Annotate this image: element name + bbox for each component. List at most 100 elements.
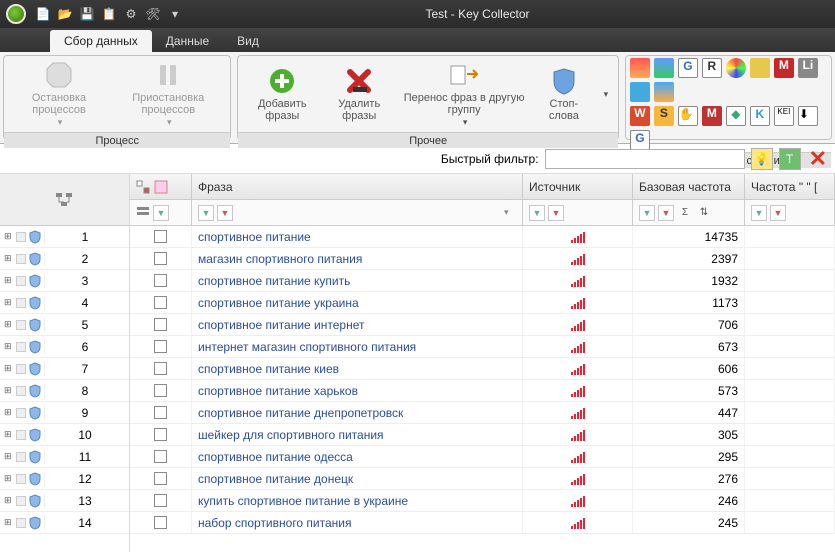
source-icon[interactable]: ◆ (726, 106, 746, 126)
settings-gear-icon[interactable]: ⚙ (122, 5, 140, 23)
table-row[interactable]: магазин спортивного питания 2397 (130, 248, 835, 270)
row-header[interactable]: ⊞ 9 (0, 402, 129, 424)
table-row[interactable]: спортивное питание донецк 276 (130, 468, 835, 490)
row-checkbox[interactable] (154, 406, 167, 419)
phrase-cell[interactable]: спортивное питание одесса (192, 446, 523, 467)
column-header-phrase[interactable]: Фраза (192, 174, 523, 199)
expand-icon[interactable]: ⊞ (4, 451, 13, 462)
sort-icon[interactable]: ⇅ (696, 205, 712, 221)
funnel-clear-icon[interactable]: ▼ (658, 205, 674, 221)
row-checkbox[interactable] (154, 516, 167, 529)
row-checkbox[interactable] (154, 252, 167, 265)
row-header[interactable]: ⊞ 3 (0, 270, 129, 292)
checkbox-column-header[interactable] (130, 174, 192, 199)
source-icon[interactable] (630, 58, 650, 78)
funnel-icon[interactable]: ▼ (198, 205, 214, 221)
table-row[interactable]: спортивное питание днепропетровск 447 (130, 402, 835, 424)
sheet-icon[interactable]: 📋 (100, 5, 118, 23)
row-header[interactable]: ⊞ 5 (0, 314, 129, 336)
table-row[interactable]: спортивное питание купить 1932 (130, 270, 835, 292)
phrase-cell[interactable]: спортивное питание (192, 226, 523, 247)
tab-view[interactable]: Вид (223, 30, 273, 52)
row-header[interactable]: ⊞ 12 (0, 468, 129, 490)
row-header[interactable]: ⊞ 7 (0, 358, 129, 380)
expand-icon[interactable]: ⊞ (4, 275, 13, 286)
expand-icon[interactable]: ⊞ (4, 495, 13, 506)
column-header-source[interactable]: Источник (523, 174, 633, 199)
table-row[interactable]: шейкер для спортивного питания 305 (130, 424, 835, 446)
expand-icon[interactable]: ⊞ (4, 363, 13, 374)
source-icon[interactable] (654, 82, 674, 102)
row-checkbox[interactable] (154, 296, 167, 309)
phrase-cell[interactable]: спортивное питание донецк (192, 468, 523, 489)
source-icon[interactable]: G (678, 58, 698, 78)
expand-icon[interactable]: ⊞ (4, 231, 13, 242)
row-header[interactable]: ⊞ 2 (0, 248, 129, 270)
source-icon[interactable]: G (630, 130, 650, 150)
source-icon[interactable]: W (630, 106, 650, 126)
row-checkbox[interactable] (154, 494, 167, 507)
row-checkbox[interactable] (154, 384, 167, 397)
funnel-icon[interactable]: ▼ (639, 205, 655, 221)
quickbar-dropdown-icon[interactable]: ▾ (166, 5, 184, 23)
expand-icon[interactable]: ⊞ (4, 319, 13, 330)
row-checkbox[interactable] (154, 340, 167, 353)
phrase-cell[interactable]: спортивное питание интернет (192, 314, 523, 335)
column-header-freq2[interactable]: Частота " " [ (745, 174, 835, 199)
funnel-clear-icon[interactable]: ▼ (548, 205, 564, 221)
table-row[interactable]: спортивное питание одесса 295 (130, 446, 835, 468)
phrase-cell[interactable]: шейкер для спортивного питания (192, 424, 523, 445)
save-icon[interactable]: 💾 (78, 5, 96, 23)
row-checkbox[interactable] (154, 450, 167, 463)
table-row[interactable]: интернет магазин спортивного питания 673 (130, 336, 835, 358)
checkbox-filter-icon[interactable] (136, 206, 150, 220)
row-header[interactable]: ⊞ 4 (0, 292, 129, 314)
tab-collect[interactable]: Сбор данных (50, 30, 152, 52)
stop-processes-button[interactable]: Остановка процессов (8, 58, 110, 130)
row-checkbox[interactable] (154, 274, 167, 287)
source-icon[interactable]: S (654, 106, 674, 126)
row-header[interactable]: ⊞ 10 (0, 424, 129, 446)
dropdown-icon[interactable]: ▾ (504, 207, 516, 218)
phrase-cell[interactable]: спортивное питание киев (192, 358, 523, 379)
expand-icon[interactable]: ⊞ (4, 407, 13, 418)
move-phrases-button[interactable]: Перенос фраз в другую группу (396, 58, 531, 130)
expand-icon[interactable]: ⊞ (4, 385, 13, 396)
table-row[interactable]: спортивное питание украина 1173 (130, 292, 835, 314)
source-icon[interactable]: KEI (774, 106, 794, 126)
funnel-icon[interactable]: ▼ (751, 205, 767, 221)
expand-icon[interactable]: ⊞ (4, 253, 13, 264)
other-overflow-button[interactable] (596, 86, 614, 102)
table-row[interactable]: спортивное питание интернет 706 (130, 314, 835, 336)
source-icon[interactable]: R (702, 58, 722, 78)
row-checkbox[interactable] (154, 428, 167, 441)
filter-clear-button[interactable]: ✕ (807, 146, 829, 172)
funnel-icon[interactable]: ▼ (153, 205, 169, 221)
phrase-cell[interactable]: спортивное питание купить (192, 270, 523, 291)
table-row[interactable]: спортивное питание киев 606 (130, 358, 835, 380)
funnel-clear-icon[interactable]: ▼ (770, 205, 786, 221)
add-phrases-button[interactable]: Добавить фразы (242, 64, 322, 124)
row-header[interactable]: ⊞ 1 (0, 226, 129, 248)
source-icon[interactable]: M (702, 106, 722, 126)
row-checkbox[interactable] (154, 362, 167, 375)
row-checkbox[interactable] (154, 230, 167, 243)
delete-phrases-button[interactable]: Удалить фразы (322, 64, 396, 124)
column-header-basefreq[interactable]: Базовая частота (633, 174, 745, 199)
phrase-cell[interactable]: спортивное питание харьков (192, 380, 523, 401)
source-icon[interactable] (750, 58, 770, 78)
table-row[interactable]: спортивное питание 14735 (130, 226, 835, 248)
source-icon[interactable] (630, 82, 650, 102)
source-icon[interactable]: ✋ (678, 106, 698, 126)
pause-processes-button[interactable]: Приостановка процессов (110, 58, 226, 130)
phrase-cell[interactable]: спортивное питание украина (192, 292, 523, 313)
tab-data[interactable]: Данные (152, 30, 223, 52)
tools-icon[interactable]: 🛠 (144, 5, 162, 23)
phrase-cell[interactable]: спортивное питание днепропетровск (192, 402, 523, 423)
table-row[interactable]: спортивное питание харьков 573 (130, 380, 835, 402)
source-icon[interactable] (654, 58, 674, 78)
phrase-cell[interactable]: магазин спортивного питания (192, 248, 523, 269)
open-folder-icon[interactable]: 📂 (56, 5, 74, 23)
source-icon[interactable]: K (750, 106, 770, 126)
filter-hint-button[interactable]: 💡 (751, 148, 773, 170)
